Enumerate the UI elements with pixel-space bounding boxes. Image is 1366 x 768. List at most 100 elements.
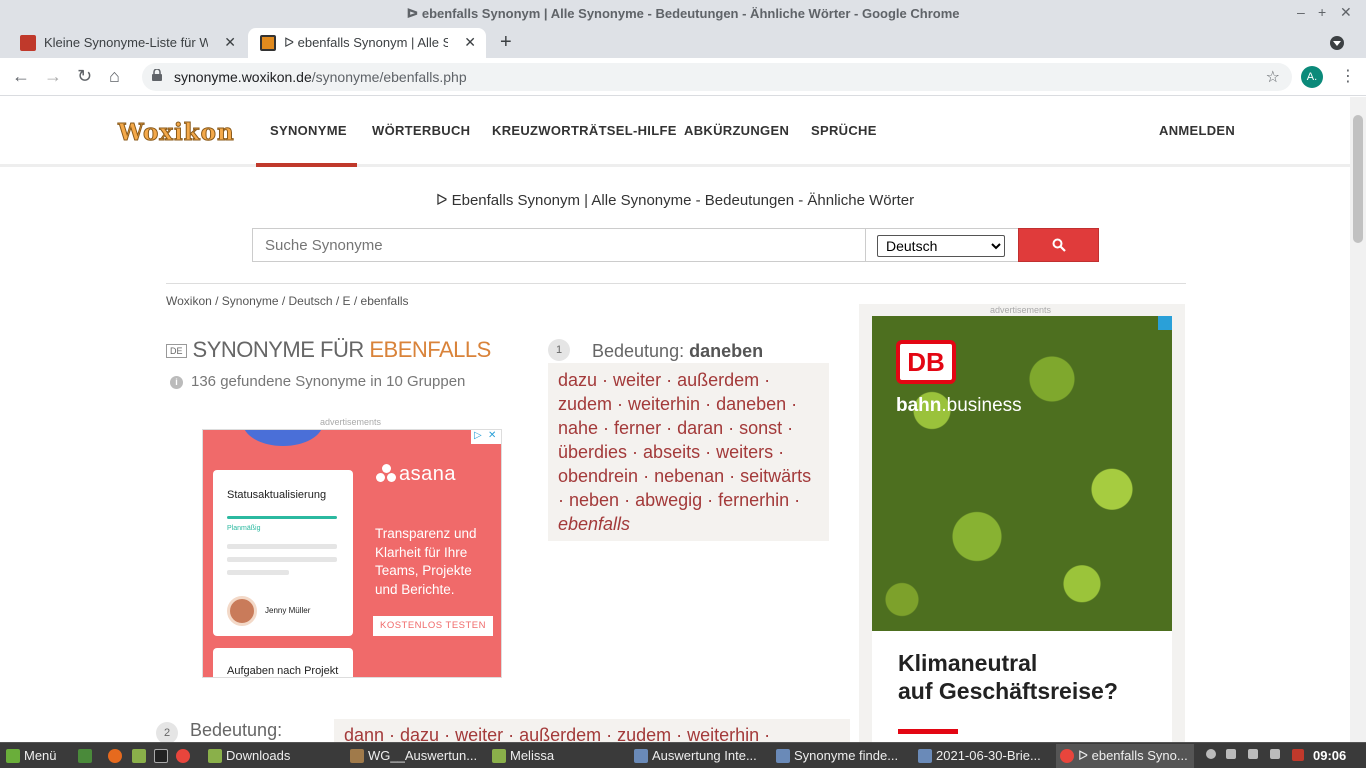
shield-icon[interactable] [1288, 744, 1310, 768]
site-header: Woxikon SYNONYME WÖRTERBUCH KREUZWORTRÄT… [0, 97, 1350, 167]
group-meaning[interactable]: daneben [689, 341, 763, 361]
db-headline-line2: auf Geschäftsreise? [898, 678, 1118, 704]
new-tab-icon[interactable]: + [500, 31, 512, 54]
synonym-link[interactable]: ferner [614, 418, 661, 438]
person-name: Jenny Müller [265, 606, 311, 615]
show-desktop-icon[interactable] [74, 744, 96, 768]
synonym-link[interactable]: außerdem [677, 370, 759, 390]
login-link[interactable]: ANMELDEN [1159, 123, 1235, 138]
search-box[interactable] [252, 228, 866, 262]
user-icon[interactable] [1202, 744, 1224, 768]
bookmark-star-icon[interactable]: ☆ [1266, 67, 1280, 87]
asana-cta-button[interactable]: KOSTENLOS TESTEN [373, 616, 493, 636]
files-icon[interactable] [128, 744, 150, 768]
synonym-link[interactable]: daneben [716, 394, 786, 414]
tab-kleine-synonyme[interactable]: Kleine Synonyme-Liste für Werbe ✕ [8, 28, 246, 58]
synonym-link[interactable]: abseits [643, 442, 700, 462]
maximize-icon[interactable]: + [1318, 4, 1326, 20]
woxikon-logo[interactable]: Woxikon [118, 119, 235, 147]
nav-kreuzwortraetsel-hilfe[interactable]: KREUZWORTRÄTSEL-HILFE [492, 123, 677, 138]
page-scrollbar[interactable] [1350, 97, 1366, 742]
close-tab-icon[interactable]: ✕ [464, 34, 476, 51]
synonym-link[interactable]: überdies [558, 442, 627, 462]
language-select[interactable]: Deutsch [877, 235, 1005, 257]
volume-icon[interactable] [1244, 744, 1266, 768]
chrome-icon[interactable] [172, 744, 194, 768]
active-nav-indicator [256, 163, 357, 167]
nav-woerterbuch[interactable]: WÖRTERBUCH [372, 123, 470, 138]
network-icon[interactable] [1222, 744, 1244, 768]
language-badge: DE [166, 344, 187, 359]
address-bar[interactable]: synonyme.woxikon.de/synonyme/ebenfalls.p… [142, 63, 1292, 91]
woxikon-favicon-icon [260, 35, 276, 51]
nav-synonyme[interactable]: SYNONYME [270, 123, 347, 138]
profile-avatar[interactable]: A. [1301, 66, 1323, 88]
terminal-icon[interactable] [150, 744, 172, 768]
taskbar-item-label: Melissa [510, 748, 555, 763]
lock-icon [152, 69, 162, 81]
asana-advertisement[interactable]: Statusaktualisierung Planmäßig Jenny Mül… [202, 429, 502, 678]
search-input[interactable] [253, 229, 865, 261]
home-icon[interactable]: ⌂ [109, 66, 120, 87]
url-domain: synonyme.woxikon.de [174, 69, 312, 85]
synonym-list-2[interactable]: dann · dazu · weiter · außerdem · zudem … [334, 719, 850, 742]
db-advertisement[interactable]: DB bahn.business Klimaneutral auf Geschäf… [872, 316, 1172, 742]
taskbar-ebenfalls-active[interactable]: ᐅ ebenfalls Syno... [1056, 744, 1194, 768]
synonym-link[interactable]: weiterhin [628, 394, 700, 414]
clock[interactable]: 09:06 [1313, 748, 1346, 763]
close-tab-icon[interactable]: ✕ [224, 34, 236, 51]
group-title: Bedeutung: daneben [592, 341, 763, 362]
status-card: Statusaktualisierung Planmäßig Jenny Mül… [213, 470, 353, 636]
synonym-link[interactable]: zudem [558, 394, 612, 414]
minimize-icon[interactable]: – [1297, 4, 1305, 20]
close-window-icon[interactable]: ✕ [1340, 4, 1352, 21]
reload-icon[interactable]: ↻ [77, 66, 92, 87]
tab-ebenfalls-synonym[interactable]: ᐅ ebenfalls Synonym | Alle Synon ✕ [248, 28, 486, 58]
breadcrumb[interactable]: Woxikon / Synonyme / Deutsch / E / ebenf… [166, 294, 409, 308]
synonym-link[interactable]: sonst [739, 418, 782, 438]
placeholder-line [227, 544, 337, 549]
chart-circle-decoration [243, 430, 323, 446]
synonym-link[interactable]: fernerhin [718, 490, 789, 510]
synonym-link[interactable]: weiter [613, 370, 661, 390]
tasks-card-title: Aufgaben nach Projekt [227, 665, 339, 677]
separator: · [597, 370, 614, 390]
firefox-icon[interactable] [104, 744, 126, 768]
ad-label: advertisements [320, 417, 382, 427]
ad-label: advertisements [990, 305, 1052, 315]
taskbar-brief[interactable]: 2021-06-30-Brie... [914, 744, 1052, 768]
tab-search-icon[interactable] [1330, 36, 1344, 50]
search-button[interactable] [1018, 228, 1099, 262]
group-label: Bedeutung: [592, 341, 690, 361]
synonym-list-1: dazu · weiter · außerdem · zudem · weite… [548, 363, 829, 541]
synonym-link[interactable]: ebenfalls [558, 514, 630, 534]
synonym-link[interactable]: daran [677, 418, 723, 438]
scrollbar-thumb[interactable] [1353, 115, 1363, 243]
separator: · [759, 370, 771, 390]
synonym-link[interactable]: obendrein [558, 466, 638, 486]
battery-icon[interactable] [1266, 744, 1288, 768]
taskbar-auswertung[interactable]: Auswertung Inte... [630, 744, 768, 768]
forward-arrow-icon[interactable]: → [44, 66, 62, 87]
nav-abkuerzungen[interactable]: ABKÜRZUNGEN [684, 123, 789, 138]
synonym-link[interactable]: nebenan [654, 466, 724, 486]
adchoices-icon[interactable]: ▷ ✕ [471, 430, 501, 444]
taskbar-item-label: WG__Auswertun... [368, 748, 478, 763]
taskbar-melissa[interactable]: Melissa [488, 744, 626, 768]
synonym-link[interactable]: nahe [558, 418, 598, 438]
heading-word: EBENFALLS [369, 337, 491, 362]
url-text: synonyme.woxikon.de/synonyme/ebenfalls.p… [174, 69, 467, 85]
start-menu-button[interactable]: Menü [2, 744, 68, 768]
chrome-menu-icon[interactable]: ⋮ [1340, 66, 1356, 86]
adchoices-icon[interactable] [1158, 316, 1172, 330]
nav-sprueche[interactable]: SPRÜCHE [811, 123, 877, 138]
taskbar-wg-auswertung[interactable]: WG__Auswertun... [346, 744, 484, 768]
synonym-link[interactable]: weiters [716, 442, 773, 462]
synonym-link[interactable]: dazu [558, 370, 597, 390]
taskbar-synonyme-finden[interactable]: Synonyme finde... [772, 744, 910, 768]
synonym-link[interactable]: seitwärts [740, 466, 811, 486]
back-arrow-icon[interactable]: ← [12, 66, 30, 87]
taskbar-downloads[interactable]: Downloads [204, 744, 342, 768]
synonym-link[interactable]: neben [569, 490, 619, 510]
synonym-link[interactable]: abwegig [635, 490, 702, 510]
